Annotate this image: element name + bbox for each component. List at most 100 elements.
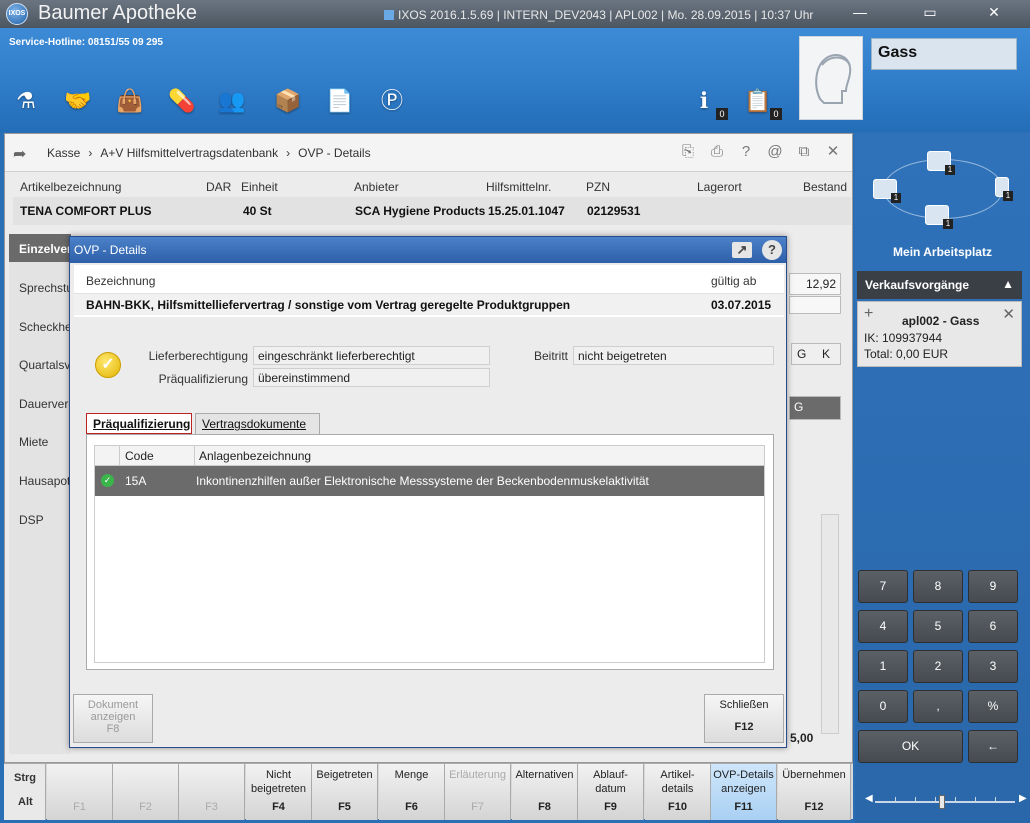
info-count-badge: 0: [716, 108, 728, 120]
col-bestand: Bestand: [803, 180, 848, 194]
background-scrollbar[interactable]: [821, 514, 839, 734]
shopping-bag-icon[interactable]: 👜: [114, 86, 146, 116]
fkey-key: F10: [668, 801, 687, 813]
nav-item-sprechstundenbedarf[interactable]: Sprechstundenbedarf: [19, 281, 73, 295]
numpad-key[interactable]: 0: [858, 690, 908, 723]
tab-vertragsdokumente[interactable]: Vertragsdokumente: [195, 413, 320, 434]
breadcrumb-item-hilfsmittel[interactable]: A+V Hilfsmittelvertragsdatenbank: [100, 146, 278, 160]
numpad-key[interactable]: %: [968, 690, 1018, 723]
dokument-anzeigen-button[interactable]: Dokument anzeigen F8: [73, 694, 153, 743]
boxes-icon[interactable]: 📦: [272, 86, 304, 116]
fkey-f11-ovp-details[interactable]: OVP-Details anzeigen F11: [711, 764, 777, 820]
zoom-slider[interactable]: ◀ ▶: [865, 793, 1027, 809]
fkey-f2[interactable]: F2: [113, 764, 179, 820]
numpad-key[interactable]: 7: [858, 570, 908, 603]
nav-item-scheckheft[interactable]: Scheckheft: [19, 320, 73, 334]
breadcrumb-item-kasse[interactable]: Kasse: [47, 146, 80, 160]
fkey-f7-erlaeuterung[interactable]: Erläuterung F7: [445, 764, 511, 820]
close-icon[interactable]: ✕: [824, 143, 842, 161]
verkaufsvorgaenge-title: Verkaufsvorgänge: [865, 278, 970, 292]
nav-item-einzelverordnung[interactable]: Einzelverordnung: [9, 234, 71, 262]
slider-tick: [995, 797, 996, 801]
col-anlagenbezeichnung[interactable]: Anlagenbezeichnung: [199, 449, 311, 463]
tab-praequalifizierung[interactable]: Präqualifizierung: [86, 413, 192, 434]
add-icon[interactable]: +: [864, 305, 873, 323]
email-icon[interactable]: @: [766, 143, 784, 161]
numpad-key[interactable]: 5: [913, 610, 963, 643]
minimize-button[interactable]: —: [830, 0, 890, 24]
fkey-f4-nicht-beigetreten[interactable]: Nicht beigetreten F4: [246, 764, 312, 820]
customer-name-field[interactable]: Gass: [871, 38, 1017, 70]
slider-right-icon[interactable]: ▶: [1019, 793, 1027, 804]
mortar-icon[interactable]: ⚗: [10, 86, 42, 116]
numpad-key[interactable]: 9: [968, 570, 1018, 603]
info-icon[interactable]: ℹ0: [688, 86, 728, 120]
carousel-cloud-icon[interactable]: 1: [927, 151, 955, 175]
nav-item-quartalsverordnung[interactable]: Quartalsverordnung: [19, 358, 73, 372]
numpad-key[interactable]: 2: [913, 650, 963, 683]
carousel-boxes-icon[interactable]: 1: [873, 179, 901, 203]
collapse-icon[interactable]: ▲: [1002, 277, 1014, 291]
dokument-label-2: anzeigen: [90, 711, 136, 723]
fkey-key: F8: [538, 801, 551, 813]
pin-icon[interactable]: ↗: [732, 242, 752, 258]
slider-thumb[interactable]: [939, 795, 945, 809]
nav-item-miete[interactable]: Miete: [19, 435, 73, 449]
fkey-label: OVP-Details anzeigen: [713, 769, 774, 795]
fkey-f12-uebernehmen[interactable]: Übernehmen F12: [778, 764, 851, 820]
p-service-icon[interactable]: Ⓟ: [376, 86, 408, 116]
print-icon[interactable]: ⎙: [708, 143, 726, 161]
carousel-docs-icon[interactable]: 1: [925, 205, 953, 229]
fkey-f10-artikeldetails[interactable]: Artikel- details F10: [645, 764, 711, 820]
medicine-bottle-icon[interactable]: 💊: [166, 86, 198, 116]
warning-check-icon: ✓: [95, 352, 121, 378]
modifier-strg[interactable]: Strg: [14, 772, 36, 784]
modifier-alt[interactable]: Alt: [18, 796, 33, 808]
numpad-key[interactable]: ,: [913, 690, 963, 723]
ok-button[interactable]: OK: [858, 730, 963, 763]
numpad-key[interactable]: 8: [913, 570, 963, 603]
fkey-f5-beigetreten[interactable]: Beigetreten F5: [312, 764, 378, 820]
numpad-key[interactable]: 1: [858, 650, 908, 683]
close-window-button[interactable]: ✕: [964, 0, 1024, 24]
customer-avatar[interactable]: [799, 36, 863, 120]
fkey-f9-ablaufdatum[interactable]: Ablauf- datum F9: [578, 764, 644, 820]
ixos-logo: IXOS: [6, 3, 28, 25]
copy-icon[interactable]: ⎘: [679, 143, 697, 161]
nav-item-hausapotheke[interactable]: Hausapotheke: [19, 474, 73, 488]
table-row[interactable]: ✓ 15A Inkontinenzhilfen außer Elektronis…: [95, 466, 764, 496]
numpad-key[interactable]: 6: [968, 610, 1018, 643]
breadcrumb-item-ovp: OVP - Details: [298, 146, 371, 160]
col-hilfsmittelnr: Hilfsmittelnr.: [486, 180, 552, 194]
fkey-f6-menge[interactable]: Menge F6: [379, 764, 445, 820]
sale-card[interactable]: + ✕ apl002 - Gass IK: 109937944 Total: 0…: [857, 301, 1022, 367]
tasks-icon[interactable]: 📋 0: [742, 86, 782, 120]
numpad-key[interactable]: 3: [968, 650, 1018, 683]
maximize-button[interactable]: ▭: [900, 0, 960, 24]
fkey-f3[interactable]: F3: [179, 764, 245, 820]
backspace-button[interactable]: ←: [968, 730, 1018, 763]
handshake-icon[interactable]: 🤝: [62, 86, 94, 116]
customers-icon[interactable]: 👥: [216, 86, 248, 116]
fkey-f8-alternativen[interactable]: Alternativen F8: [512, 764, 578, 820]
remove-icon[interactable]: ✕: [1002, 305, 1015, 323]
dialog-help-icon[interactable]: ?: [762, 240, 782, 260]
help-icon[interactable]: ?: [737, 143, 755, 161]
back-arrow-icon[interactable]: ➦: [13, 144, 26, 164]
article-einheit: 40 St: [243, 204, 272, 218]
col-einheit: Einheit: [241, 180, 278, 194]
window-icon[interactable]: ⧉: [795, 143, 813, 161]
nav-item-dsp[interactable]: DSP: [19, 513, 73, 527]
fkey-key: F6: [405, 801, 418, 813]
dialog-titlebar: OVP - Details ↗ ?: [70, 237, 786, 263]
slider-left-icon[interactable]: ◀: [865, 793, 873, 804]
fkey-f1[interactable]: F1: [47, 764, 113, 820]
nav-item-dauerverordnung[interactable]: Dauerverordnung: [19, 397, 73, 411]
carousel-info-icon[interactable]: 1: [995, 177, 1013, 201]
row-code: 15A: [125, 474, 147, 488]
schliessen-button[interactable]: Schließen F12: [704, 694, 784, 743]
documents-icon[interactable]: 📄: [324, 86, 356, 116]
verkaufsvorgaenge-header[interactable]: Verkaufsvorgänge ▲: [857, 271, 1022, 299]
col-code[interactable]: Code: [125, 449, 154, 463]
numpad-key[interactable]: 4: [858, 610, 908, 643]
